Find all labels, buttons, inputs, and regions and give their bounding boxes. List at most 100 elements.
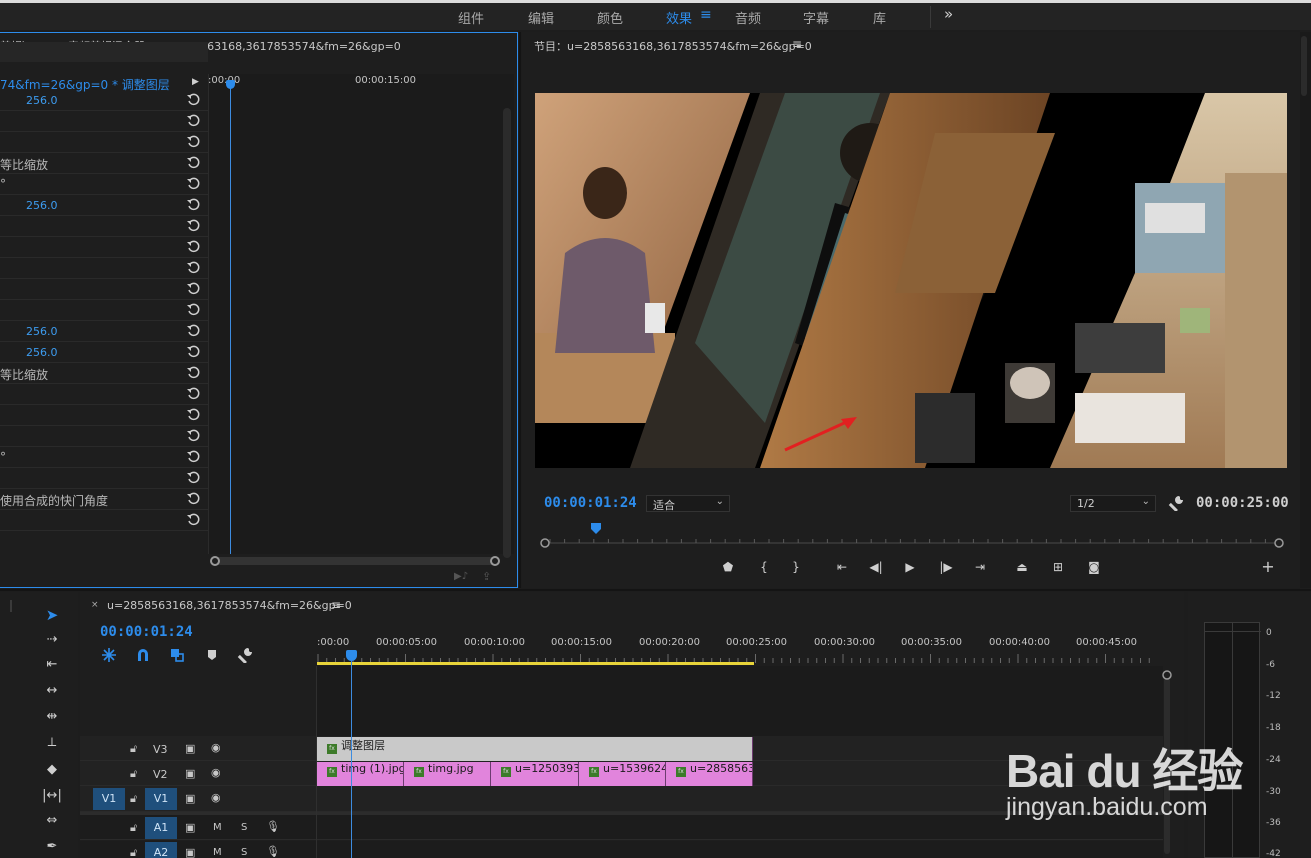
effect-property-value[interactable]: 256.0 <box>26 325 58 338</box>
mark-in-icon[interactable]: { <box>754 560 774 574</box>
timeline-current-time[interactable]: 00:00:01:24 <box>100 624 193 640</box>
play-icon[interactable]: ▶ <box>900 560 920 574</box>
program-monitor-menu-icon[interactable]: ≡ <box>792 37 802 51</box>
add-icon[interactable]: + <box>1258 557 1278 576</box>
effect-property-row[interactable] <box>0 279 208 300</box>
extract-icon[interactable]: ⊞ <box>1048 560 1068 574</box>
track-v3-label[interactable]: V3 <box>153 743 168 756</box>
lock-icon[interactable]: 🔓︎ <box>130 846 137 858</box>
effect-property-row[interactable] <box>0 111 208 132</box>
effect-property-row[interactable] <box>0 300 208 321</box>
reset-parameter-icon[interactable] <box>186 92 201 107</box>
solo-button[interactable]: S <box>241 822 247 833</box>
microphone-icon[interactable]: 🎙︎ <box>266 845 280 858</box>
rate-stretch-tool-icon[interactable]: ⇹ <box>42 709 62 727</box>
timeline-empty-area[interactable] <box>317 666 1163 736</box>
lock-icon[interactable]: 🔓︎ <box>130 792 137 806</box>
sync-lock-icon[interactable]: ▣ <box>185 792 195 805</box>
workspace-tab-color[interactable]: 颜色 <box>597 8 623 27</box>
track-target-v1[interactable]: V1 <box>145 788 177 810</box>
effect-property-row[interactable]: ° <box>0 447 208 468</box>
sync-lock-icon[interactable]: ▣ <box>185 846 195 858</box>
close-icon[interactable]: × <box>91 600 99 610</box>
reset-parameter-icon[interactable] <box>186 386 201 401</box>
source-patch-v1[interactable]: V1 <box>93 788 125 810</box>
sync-lock-icon[interactable]: ▣ <box>185 742 195 755</box>
resolution-select[interactable]: 1/2 ⌄ <box>1070 495 1156 512</box>
slide-tool-icon[interactable]: ⇔ <box>42 813 62 831</box>
ec-playhead[interactable] <box>230 82 231 554</box>
clip-v2-4[interactable]: fx u=15396248 <box>579 762 666 786</box>
clip-v2-5[interactable]: fx u=28585631 <box>666 762 753 786</box>
fit-select[interactable]: 适合 ⌄ <box>646 495 730 512</box>
ec-playhead-handle[interactable] <box>226 80 235 89</box>
pen-tool-icon[interactable]: ✒ <box>42 839 62 857</box>
mark-out-icon[interactable]: } <box>786 560 806 574</box>
snap-nest-icon[interactable] <box>101 647 117 663</box>
lock-icon[interactable]: 🔓︎ <box>130 767 137 781</box>
reset-parameter-icon[interactable] <box>186 407 201 422</box>
effect-controls-timeline[interactable] <box>208 74 514 554</box>
timeline-menu-icon[interactable]: ≡ <box>331 598 341 612</box>
eye-icon[interactable]: ◉ <box>211 766 221 779</box>
effect-property-row[interactable] <box>0 510 208 531</box>
effect-property-row[interactable] <box>0 132 208 153</box>
clip-v2-2[interactable]: fx timg.jpg <box>404 762 491 786</box>
solo-button[interactable]: S <box>241 847 247 858</box>
microphone-icon[interactable]: 🎙︎ <box>266 820 280 833</box>
program-current-time[interactable]: 00:00:01:24 <box>544 495 637 511</box>
clip-adjustment-layer[interactable]: fx 调整图层 <box>317 737 753 761</box>
slip-tool-icon[interactable]: |↔| <box>42 788 62 806</box>
timeline-playhead-line[interactable] <box>351 652 352 858</box>
linked-selection-icon[interactable] <box>169 647 185 663</box>
effect-property-row[interactable] <box>0 258 208 279</box>
reset-parameter-icon[interactable] <box>186 176 201 191</box>
reset-parameter-icon[interactable] <box>186 470 201 485</box>
effect-property-row[interactable] <box>0 237 208 258</box>
step-forward-icon[interactable]: |▶ <box>936 560 956 574</box>
add-marker-icon[interactable] <box>204 647 220 663</box>
ec-vertical-scrollbar[interactable] <box>503 108 511 558</box>
eye-icon[interactable]: ◉ <box>211 741 221 754</box>
step-back-icon[interactable]: ◀| <box>866 560 886 574</box>
play-arrow-icon[interactable]: ▶ <box>192 77 199 87</box>
reset-parameter-icon[interactable] <box>186 323 201 338</box>
timeline-playhead-handle[interactable] <box>346 650 357 661</box>
selection-tool-icon[interactable]: ➤ <box>42 606 62 624</box>
sync-lock-icon[interactable]: ▣ <box>185 767 195 780</box>
effect-property-row[interactable] <box>0 405 208 426</box>
ripple-edit-tool-icon[interactable]: ⇤ <box>42 657 62 675</box>
reset-parameter-icon[interactable] <box>186 365 201 380</box>
lock-icon[interactable]: 🔓︎ <box>130 821 137 835</box>
track-v2-label[interactable]: V2 <box>153 768 168 781</box>
reset-parameter-icon[interactable] <box>186 449 201 464</box>
effect-property-row[interactable] <box>0 384 208 405</box>
tools-drag-handle[interactable] <box>10 600 12 612</box>
ec-zoom-handle-right[interactable] <box>490 556 500 566</box>
rolling-edit-tool-icon[interactable]: ↔ <box>42 683 62 701</box>
timeline-sequence-title[interactable]: u=2858563168,3617853574&fm=26&gp=0 <box>107 599 352 612</box>
ec-export-icon[interactable]: ⇪ <box>482 570 491 583</box>
camera-icon[interactable]: ◙ <box>1084 560 1104 574</box>
track-target-a1[interactable]: A1 <box>145 817 177 839</box>
effect-property-row[interactable]: 256.0 <box>0 90 208 111</box>
panel-divider-horizontal[interactable] <box>0 589 1311 591</box>
track-target-a2[interactable]: A2 <box>145 842 177 858</box>
workspace-tab-captions[interactable]: 字幕 <box>803 8 829 27</box>
workspace-tab-editing[interactable]: 编辑 <box>528 8 554 27</box>
workspace-tab-effects[interactable]: 效果 <box>666 8 692 27</box>
reset-parameter-icon[interactable] <box>186 491 201 506</box>
razor-blade-icon[interactable]: ◆ <box>42 762 62 780</box>
sync-lock-icon[interactable]: ▣ <box>185 821 195 834</box>
program-scrub-bar[interactable] <box>540 538 1284 548</box>
effect-property-row[interactable]: 使用合成的快门角度 <box>0 489 208 510</box>
workspace-tab-audio[interactable]: 音频 <box>735 8 761 27</box>
workspace-tab-assembly[interactable]: 组件 <box>458 8 484 27</box>
effect-property-row[interactable]: 256.0 <box>0 195 208 216</box>
reset-parameter-icon[interactable] <box>186 155 201 170</box>
reset-parameter-icon[interactable] <box>186 344 201 359</box>
lift-icon[interactable]: ⏏ <box>1012 560 1032 574</box>
reset-parameter-icon[interactable] <box>186 302 201 317</box>
reset-parameter-icon[interactable] <box>186 281 201 296</box>
ec-zoom-handle-left[interactable] <box>210 556 220 566</box>
